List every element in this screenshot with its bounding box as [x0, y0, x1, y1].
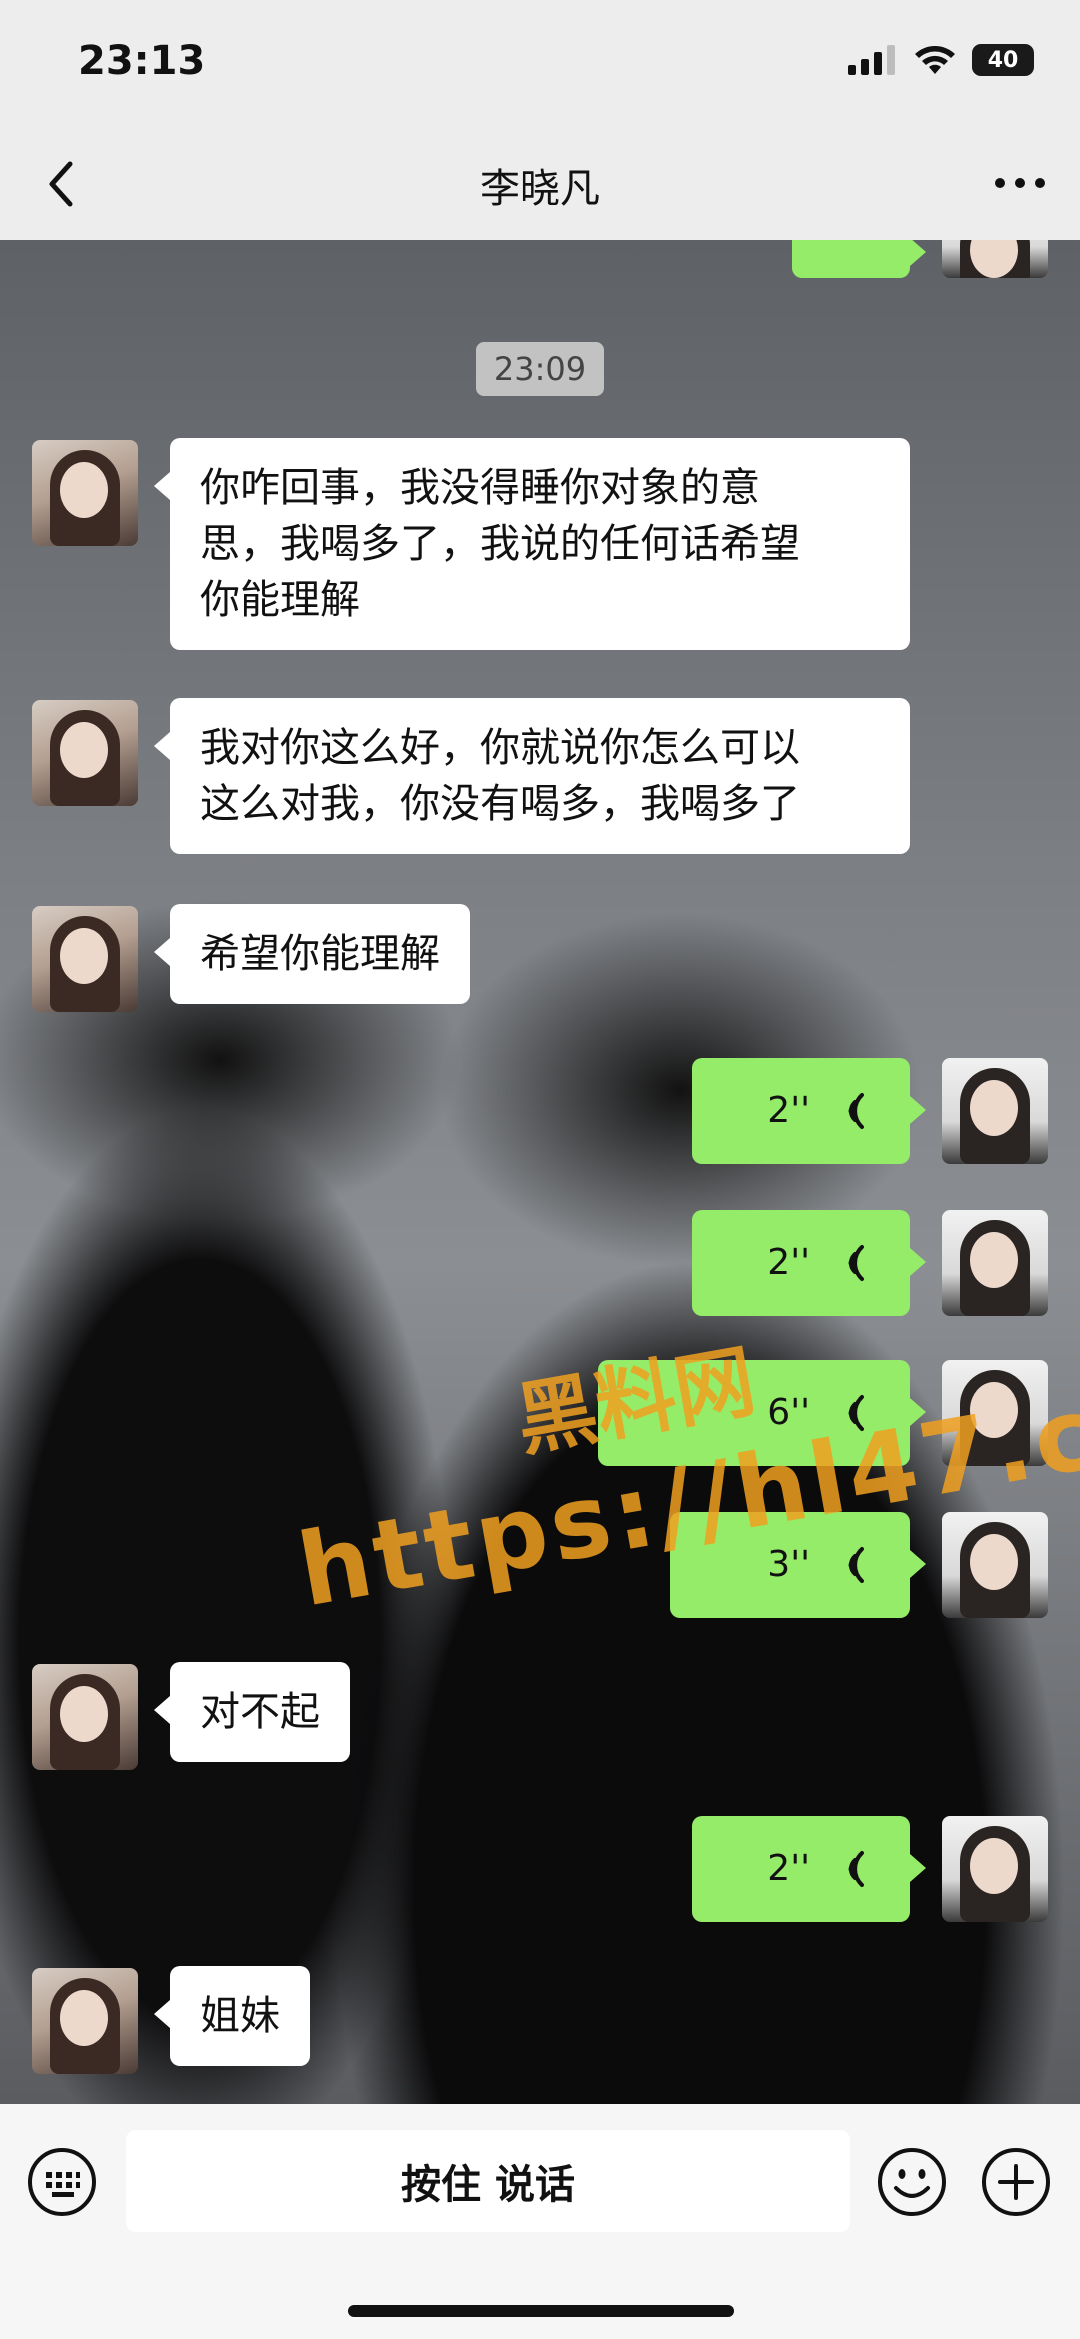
wifi-icon [915, 46, 955, 74]
voice-message[interactable]: 6'' [598, 1360, 926, 1466]
message-bubble[interactable]: 我对你这么好，你就说你怎么可以 这么对我，你没有喝多，我喝多了 [154, 698, 910, 854]
timestamp-label: 23:09 [476, 342, 604, 396]
status-icons: 40 [848, 44, 1034, 76]
message-text: 我对你这么好，你就说你怎么可以 这么对我，你没有喝多，我喝多了 [200, 725, 800, 827]
signal-icon [848, 45, 895, 75]
chat-title: 李晓凡 [480, 166, 600, 212]
voice-wave-icon [848, 1547, 864, 1583]
voice-duration: 2'' [767, 1090, 810, 1131]
home-indicator [348, 2305, 734, 2317]
contact-avatar[interactable] [32, 700, 138, 806]
contact-avatar[interactable] [32, 1664, 138, 1770]
voice-duration: 2'' [767, 1848, 810, 1889]
input-bar: 按住 说话 [0, 2104, 1080, 2339]
message-text: 你咋回事，我没得睡你对象的意 思，我喝多了，我说的任何话希望 你能理解 [200, 465, 800, 623]
status-bar: 23:13 40 [0, 0, 1080, 130]
my-avatar[interactable] [942, 1512, 1048, 1618]
message-bubble[interactable]: 姐妹 [154, 1966, 310, 2066]
contact-avatar[interactable] [32, 440, 138, 546]
more-icon[interactable] [990, 158, 1050, 208]
message-text: 姐妹 [200, 1993, 280, 2039]
voice-duration: 2'' [767, 1242, 810, 1283]
voice-duration: 3'' [767, 1544, 810, 1585]
message-bubble[interactable]: 希望你能理解 [154, 904, 470, 1004]
voice-message[interactable]: 2'' [692, 1210, 926, 1316]
my-avatar[interactable] [942, 1816, 1048, 1922]
hold-to-talk-button[interactable]: 按住 说话 [126, 2130, 850, 2232]
my-avatar[interactable] [942, 240, 1048, 278]
voice-message-partial[interactable] [792, 240, 926, 278]
plus-icon[interactable] [980, 2146, 1052, 2218]
battery-indicator: 40 [972, 44, 1034, 76]
keyboard-icon[interactable] [26, 2146, 98, 2218]
voice-duration: 6'' [767, 1392, 810, 1433]
voice-wave-icon [848, 1093, 864, 1129]
chat-area[interactable]: 23:09 你咋回事，我没得睡你对象的意 思，我喝多了，我说的任何话希望 你能理… [0, 240, 1080, 2104]
message-text: 希望你能理解 [200, 931, 440, 977]
voice-message[interactable]: 2'' [692, 1816, 926, 1922]
my-avatar[interactable] [942, 1210, 1048, 1316]
voice-wave-icon [848, 1245, 864, 1281]
voice-message[interactable]: 2'' [692, 1058, 926, 1164]
contact-avatar[interactable] [32, 1968, 138, 2074]
message-bubble[interactable]: 你咋回事，我没得睡你对象的意 思，我喝多了，我说的任何话希望 你能理解 [154, 438, 910, 650]
message-bubble[interactable]: 对不起 [154, 1662, 350, 1762]
message-text: 对不起 [200, 1689, 320, 1735]
emoji-icon[interactable] [876, 2146, 948, 2218]
voice-message[interactable]: 3'' [670, 1512, 926, 1618]
voice-wave-icon [848, 1851, 864, 1887]
voice-wave-icon [848, 1395, 864, 1431]
contact-avatar[interactable] [32, 906, 138, 1012]
nav-bar: 李晓凡 [0, 130, 1080, 241]
my-avatar[interactable] [942, 1058, 1048, 1164]
status-time: 23:13 [78, 38, 206, 84]
my-avatar[interactable] [942, 1360, 1048, 1466]
